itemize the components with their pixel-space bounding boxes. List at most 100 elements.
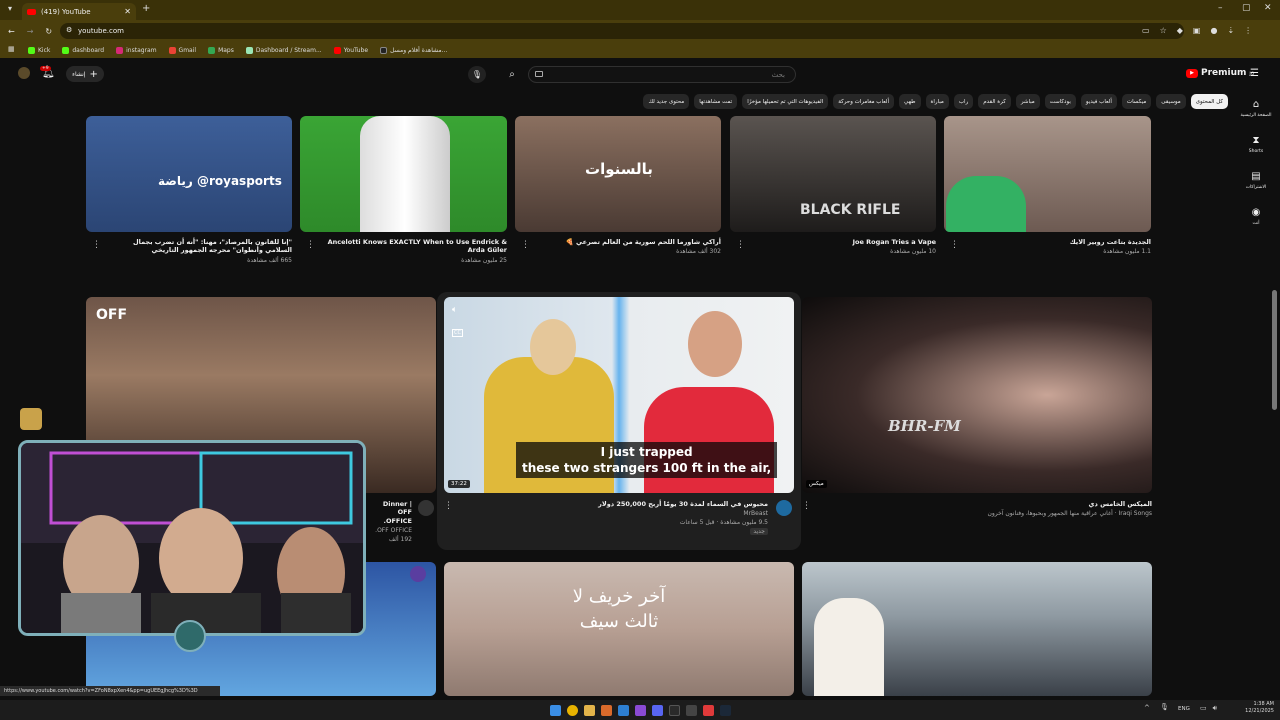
video-thumbnail[interactable]: آخر خريف لا ثالث سيف xyxy=(444,562,794,696)
app-taskbar-icon[interactable] xyxy=(685,704,697,716)
bookmark-stream-dashboard[interactable]: Dashboard / Stream... xyxy=(245,46,322,54)
video-title[interactable]: الجديدة بتاعت روبير الايك xyxy=(964,238,1151,246)
search-button[interactable]: ⌕ xyxy=(498,66,526,83)
chip[interactable]: ألعاب مغامرات وحركة xyxy=(833,94,895,109)
back-icon[interactable]: ← xyxy=(8,27,15,36)
chip[interactable]: كرة القدم xyxy=(978,94,1011,109)
avatar[interactable] xyxy=(18,67,30,79)
url-bar[interactable]: ⚙ youtube.com xyxy=(60,23,1184,39)
app-taskbar-icon[interactable] xyxy=(634,704,646,716)
video-title[interactable]: "إنا للقانون بالمرصاد"، مهنا: "أنه أن تض… xyxy=(104,238,292,255)
forward-icon[interactable]: → xyxy=(27,27,34,36)
bookmark-movies[interactable]: مشاهدة أفلام ومسل... xyxy=(380,46,447,54)
tray-overflow-icon[interactable]: ^ xyxy=(1144,704,1150,712)
bookmark-instagram[interactable]: instagram xyxy=(116,46,157,54)
chip[interactable]: تمت مشاهدتها xyxy=(694,94,738,109)
video-thumbnail[interactable]: BHR-FM ميكس xyxy=(802,297,1152,493)
chip[interactable]: ميكسات xyxy=(1121,94,1152,109)
chip[interactable]: ألعاب فيديو xyxy=(1080,94,1117,109)
app-taskbar-icon[interactable] xyxy=(668,704,680,716)
file-explorer-icon[interactable] xyxy=(583,704,595,716)
maximize-button[interactable]: ▢ xyxy=(1242,3,1251,13)
more-options-icon[interactable]: ⋮ xyxy=(444,501,453,511)
video-title[interactable]: Dinner | OFF OFFICE. xyxy=(368,500,412,525)
bookmark-star-icon[interactable]: ☆ xyxy=(1160,26,1167,35)
start-menu-icon[interactable] xyxy=(549,704,561,716)
chip[interactable]: مباراة xyxy=(925,94,949,109)
chip[interactable]: الفيديوهات التي تم تحميلها مؤخرًا xyxy=(742,94,829,109)
extensions-puzzle-icon[interactable]: ▣ xyxy=(1193,26,1201,35)
chip[interactable]: موسيقى xyxy=(1156,94,1186,109)
keyboard-icon[interactable] xyxy=(535,71,543,77)
mute-icon[interactable]: 🔈︎ xyxy=(452,305,457,315)
video-title[interactable]: Joe Rogan Tries a Vape xyxy=(750,238,936,246)
cast-icon[interactable]: ▭ xyxy=(1142,26,1150,35)
video-thumbnail[interactable] xyxy=(802,562,1152,696)
video-thumbnail[interactable]: BLACK RIFLE xyxy=(730,116,936,232)
bookmark-dashboard[interactable]: dashboard xyxy=(62,46,104,54)
video-title[interactable]: الميكس الخامس دي xyxy=(818,500,1152,508)
discord-icon[interactable] xyxy=(651,704,663,716)
captions-icon[interactable]: CC xyxy=(452,329,463,337)
input-language[interactable]: ENG xyxy=(1178,706,1190,712)
channel-avatar[interactable] xyxy=(410,566,426,582)
site-info-icon[interactable]: ⚙ xyxy=(66,26,72,34)
video-title[interactable]: محبوس في السماء لمدة 30 يومًا أربح 250,0… xyxy=(460,500,768,508)
video-thumbnail[interactable]: بالسنوات xyxy=(515,116,721,232)
chip[interactable]: محتوى جديد لك xyxy=(643,94,690,109)
video-preview-player[interactable]: 🔈︎ CC I just trapped these two strangers … xyxy=(444,297,794,493)
voice-search-mic-icon[interactable]: 🎙︎ xyxy=(468,66,486,83)
video-thumbnail[interactable] xyxy=(944,116,1151,232)
chip[interactable]: مباشر xyxy=(1015,94,1040,109)
mic-tray-icon[interactable]: 🎙︎ xyxy=(1160,703,1169,711)
guide-menu-icon[interactable]: ☰ xyxy=(1250,68,1259,79)
extension-icon[interactable]: ◆ xyxy=(1177,26,1183,35)
bookmark-youtube[interactable]: YouTube xyxy=(333,46,368,54)
more-options-icon[interactable]: ⋮ xyxy=(950,240,959,250)
chip-all[interactable]: كل المحتوى xyxy=(1190,94,1228,109)
bookmark-kick[interactable]: Kick xyxy=(28,46,50,54)
chrome-menu-icon[interactable]: ⋮ xyxy=(1244,26,1252,35)
apps-grid-icon[interactable]: ▦ xyxy=(8,45,15,53)
bookmark-maps[interactable]: Maps xyxy=(208,46,234,54)
create-button[interactable]: إنشاء + xyxy=(66,66,104,82)
steam-icon[interactable] xyxy=(719,704,731,716)
browser-tab-youtube[interactable]: (419) YouTube ✕ xyxy=(22,3,136,20)
more-options-icon[interactable]: ⋮ xyxy=(306,240,315,250)
app-taskbar-icon[interactable] xyxy=(600,704,612,716)
minimize-button[interactable]: – xyxy=(1218,3,1223,13)
close-tab-icon[interactable]: ✕ xyxy=(124,7,131,16)
app-taskbar-icon[interactable] xyxy=(617,704,629,716)
more-options-icon[interactable]: ⋮ xyxy=(92,240,101,250)
sidebar-item-subscriptions[interactable]: ▤ الاشتراكات xyxy=(1232,162,1280,198)
chip[interactable]: بودكاست xyxy=(1044,94,1076,109)
tab-list-icon[interactable]: ▾ xyxy=(8,4,12,13)
sidebar-item-you[interactable]: ◉ أنت xyxy=(1232,198,1280,234)
new-tab-button[interactable]: + xyxy=(142,3,150,14)
more-options-icon[interactable]: ⋮ xyxy=(802,501,811,511)
close-window-button[interactable]: ✕ xyxy=(1264,3,1272,13)
clock[interactable]: 1:38 AM 12/21/2025 xyxy=(1245,701,1274,714)
download-icon[interactable]: ⇣ xyxy=(1227,26,1234,35)
chip[interactable]: راب xyxy=(953,94,974,109)
channel-avatar[interactable] xyxy=(418,500,434,516)
video-title[interactable]: أراكي شاورما اللحم سورية من العالم تصرعي… xyxy=(535,238,721,246)
reload-icon[interactable]: ↻ xyxy=(45,27,52,36)
video-thumbnail[interactable]: رياضة @royasports xyxy=(86,116,292,232)
channel-name[interactable]: MrBeast xyxy=(460,510,768,517)
sidebar-item-home[interactable]: ⌂ الصفحة الرئيسية xyxy=(1232,90,1280,126)
page-scrollbar[interactable] xyxy=(1272,290,1277,410)
app-taskbar-icon[interactable] xyxy=(702,704,714,716)
search-input[interactable]: بحث xyxy=(528,66,796,83)
more-options-icon[interactable]: ⋮ xyxy=(736,240,745,250)
chip[interactable]: طهي xyxy=(899,94,921,109)
sidebar-item-shorts[interactable]: ⧗ Shorts xyxy=(1232,126,1280,162)
network-icon[interactable]: ▭ xyxy=(1200,704,1207,713)
video-title[interactable]: Ancelotti Knows EXACTLY When to Use Endr… xyxy=(320,238,507,255)
channel-name[interactable]: Iraqi Songs · أغاني عراقية منها الجمهور … xyxy=(818,510,1152,517)
chrome-taskbar-icon[interactable] xyxy=(566,704,578,716)
channel-name[interactable]: OFF OFFICE. xyxy=(368,527,412,534)
volume-icon[interactable]: 🔊︎ xyxy=(1213,704,1217,713)
bookmark-gmail[interactable]: Gmail xyxy=(168,46,196,54)
video-thumbnail[interactable] xyxy=(300,116,507,232)
